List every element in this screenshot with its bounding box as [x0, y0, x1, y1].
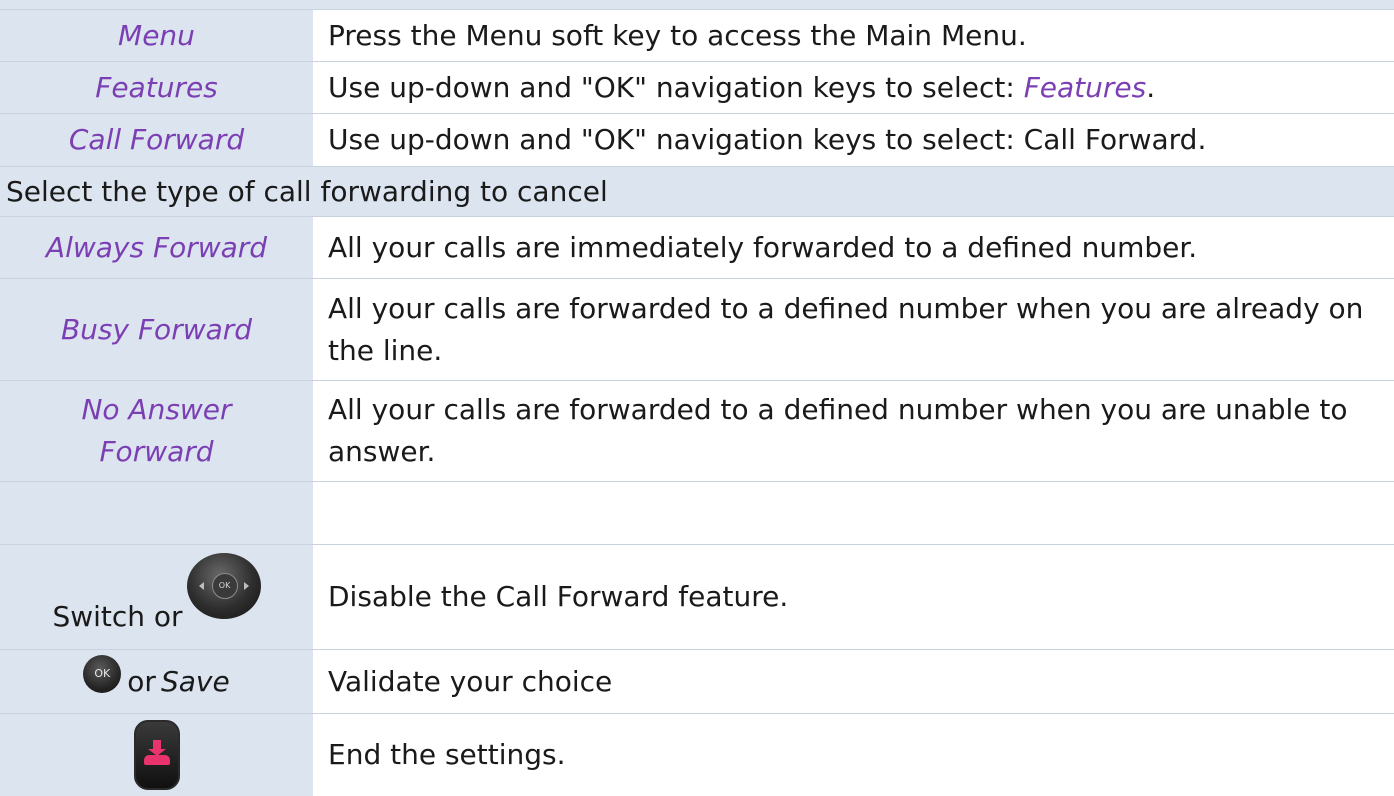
- nav-left-arrow-icon: [198, 582, 204, 590]
- top-header-strip: [0, 0, 1394, 10]
- step-desc-menu: Press the Menu soft key to access the Ma…: [328, 18, 1027, 52]
- forward-term-busy: Busy Forward: [60, 312, 253, 346]
- end-desc: End the settings.: [328, 738, 566, 771]
- forward-desc-no-answer: All your calls are forwarded to a define…: [328, 393, 1348, 468]
- step-term-cell: Call Forward: [0, 114, 313, 166]
- nav-ok-center: OK: [211, 573, 238, 599]
- table-row-no-answer-forward: No Answer Forward All your calls are for…: [0, 381, 1394, 482]
- step-desc-features-prefix: Use up-down and "OK" navigation keys to …: [328, 70, 1024, 104]
- table-row-call-forward: Call Forward Use up-down and "OK" naviga…: [0, 114, 1394, 167]
- nav-right-arrow-icon: [243, 582, 249, 590]
- table-row-features: Features Use up-down and "OK" navigation…: [0, 62, 1394, 114]
- step-term-cell: Features: [0, 62, 313, 113]
- step-desc-features: Use up-down and "OK" navigation keys to …: [328, 67, 1155, 109]
- switch-desc: Disable the Call Forward feature.: [328, 580, 789, 613]
- table-row-switch: Switch or OK Disable the Call Forward fe…: [0, 545, 1394, 650]
- step-desc-cell: Use up-down and "OK" navigation keys to …: [313, 114, 1394, 166]
- table-row-empty: [0, 482, 1394, 545]
- forward-desc-cell: All your calls are immediately forwarded…: [313, 217, 1394, 278]
- step-desc-call-forward: Use up-down and "OK" navigation keys to …: [328, 123, 1207, 156]
- end-icon-cell: [0, 714, 313, 796]
- section-heading: Select the type of call forwarding to ca…: [0, 167, 1394, 216]
- ok-key-icon: OK: [83, 654, 122, 693]
- hang-up-key-icon: [133, 720, 180, 790]
- step-term-features: Features: [95, 70, 218, 104]
- section-heading-row: Select the type of call forwarding to ca…: [0, 167, 1394, 217]
- hangup-arrow: [147, 740, 166, 756]
- forward-term-cell: Always Forward: [0, 217, 313, 278]
- table-row-busy-forward: Busy Forward All your calls are forwarde…: [0, 279, 1394, 381]
- step-term-menu: Menu: [118, 18, 195, 52]
- step-term-cell: Menu: [0, 10, 313, 61]
- forward-term-always: Always Forward: [45, 230, 268, 264]
- table-row-menu: Menu Press the Menu soft key to access t…: [0, 10, 1394, 62]
- validate-desc: Validate your choice: [328, 664, 613, 698]
- validate-desc-cell: Validate your choice: [313, 650, 1394, 713]
- forward-term-cell: No Answer Forward: [0, 381, 313, 481]
- step-term-call-forward: Call Forward: [68, 123, 245, 156]
- validate-label-cell: OK or Save: [0, 650, 313, 713]
- switch-label-cell: Switch or OK: [0, 545, 313, 649]
- step-desc-features-em: Features: [1023, 70, 1147, 104]
- step-desc-features-suffix: .: [1146, 70, 1156, 104]
- validate-or: or: [127, 665, 156, 698]
- forward-desc-busy: All your calls are forwarded to a define…: [328, 291, 1364, 367]
- forward-term-cell: Busy Forward: [0, 279, 313, 380]
- step-desc-cell: Press the Menu soft key to access the Ma…: [313, 10, 1394, 61]
- top-header-fill: [0, 0, 1394, 9]
- table-row-always-forward: Always Forward All your calls are immedi…: [0, 217, 1394, 279]
- table-row-end: End the settings.: [0, 714, 1394, 796]
- forward-desc-cell: All your calls are forwarded to a define…: [313, 279, 1394, 380]
- hangup-handset: [143, 755, 170, 765]
- end-desc-cell: End the settings.: [313, 714, 1394, 796]
- switch-desc-cell: Disable the Call Forward feature.: [313, 545, 1394, 649]
- forward-term-no-answer: No Answer Forward: [81, 393, 232, 468]
- forward-desc-always: All your calls are immediately forwarded…: [328, 230, 1198, 264]
- forward-desc-cell: All your calls are forwarded to a define…: [313, 381, 1394, 481]
- validate-save: Save: [161, 665, 230, 698]
- switch-label: Switch or: [52, 600, 183, 633]
- navigation-key-icon: OK: [186, 553, 261, 619]
- empty-cell: [0, 482, 313, 544]
- step-desc-cell: Use up-down and "OK" navigation keys to …: [313, 62, 1394, 113]
- table-row-validate: OK or Save Validate your choice: [0, 650, 1394, 714]
